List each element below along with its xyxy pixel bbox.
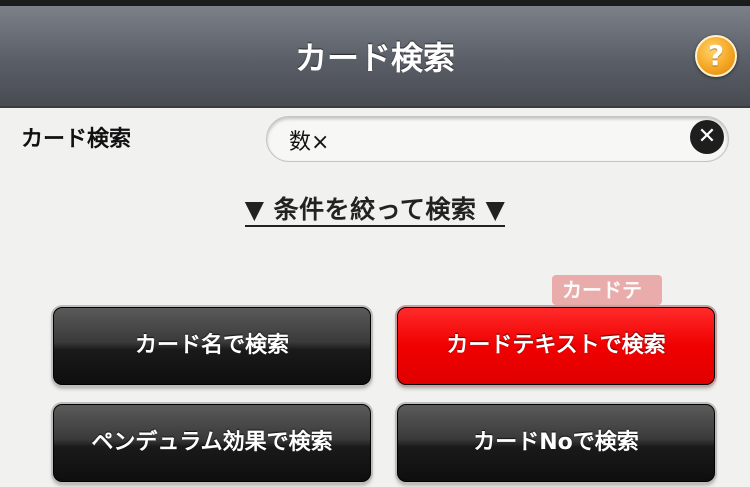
card-no-search-button[interactable]: カードNoで検索 [397,404,715,482]
help-button[interactable]: ? [695,35,737,77]
search-field[interactable]: ✕ [266,116,729,162]
filter-link[interactable]: ▼ 条件を絞って検索 ▼ [244,195,506,227]
clear-icon[interactable]: ✕ [690,120,724,154]
header-bar: カード検索 ? [0,6,750,108]
card-name-search-label: カード名で検索 [134,333,289,358]
card-text-search-label: カードテキストで検索 [446,333,666,358]
card-name-search-button[interactable]: カード名で検索 [53,307,371,385]
search-input[interactable] [289,123,669,157]
card-text-search-button[interactable]: カードテキストで検索 [397,307,715,385]
card-no-search-label: カードNoで検索 [473,430,639,455]
filter-toggle: ▼ 条件を絞って検索 ▼ [0,190,750,227]
clear-button-label: ✕ [697,124,717,149]
search-label: カード検索 [21,127,132,152]
pendulum-search-button[interactable]: ペンデュラム効果で検索 [53,404,371,482]
page-title: カード検索 [294,39,455,77]
tooltip: カードテ [552,275,662,305]
pendulum-search-label: ペンデュラム効果で検索 [91,430,333,455]
question-icon: ? [707,39,725,72]
